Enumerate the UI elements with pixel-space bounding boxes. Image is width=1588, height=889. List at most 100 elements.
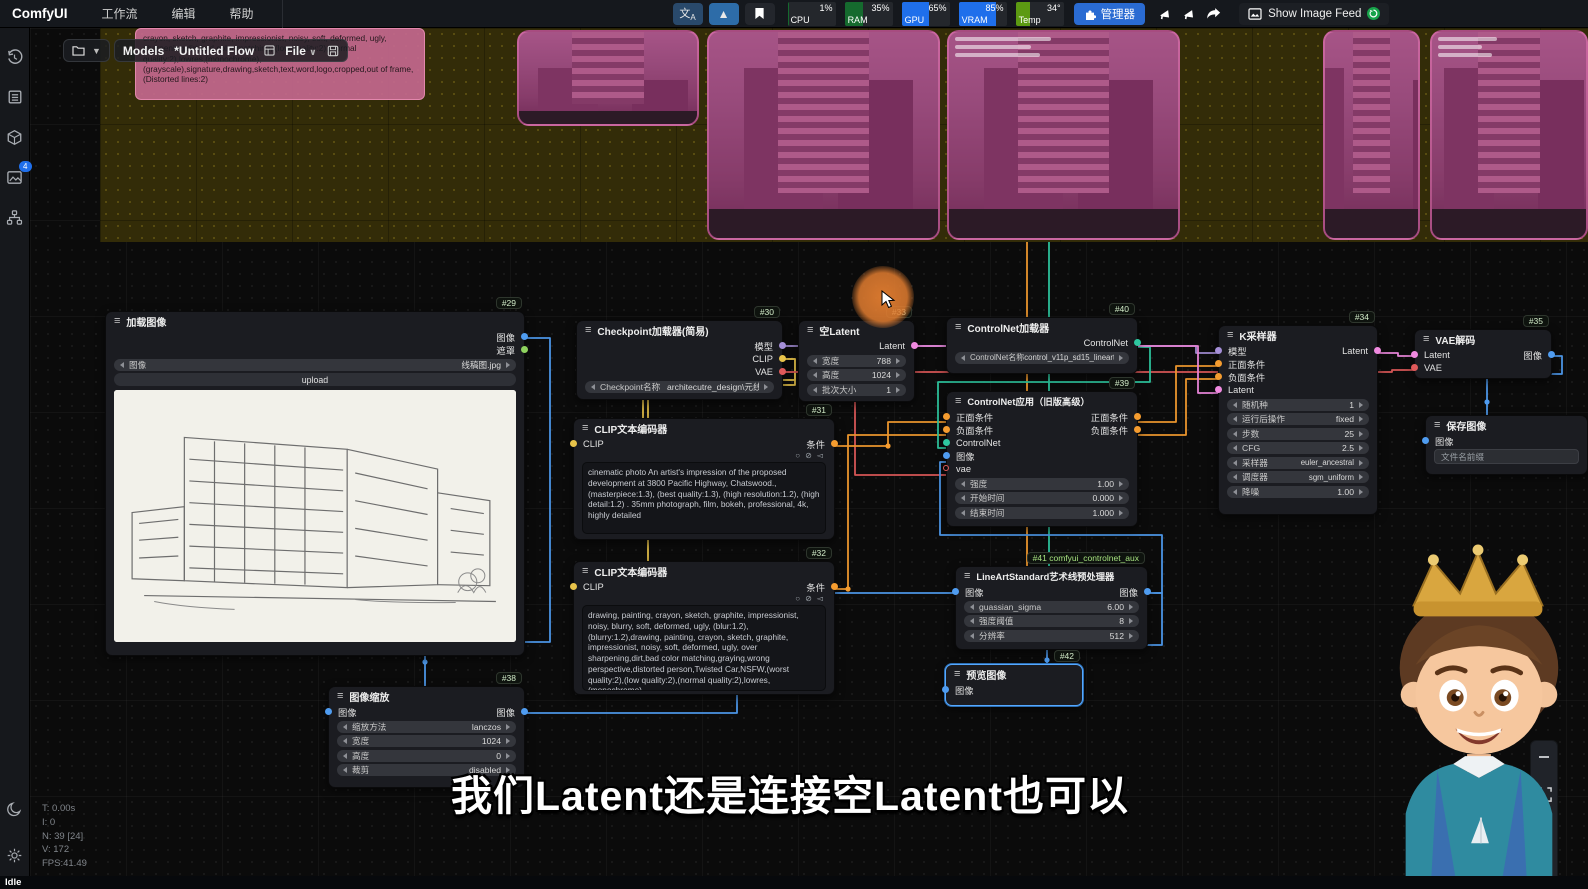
output-slot-conditioning[interactable]	[831, 583, 838, 590]
output-slot-clip[interactable]	[779, 355, 786, 362]
output-slot-latent[interactable]	[911, 342, 918, 349]
collapse-icon[interactable]: ≡	[585, 325, 591, 336]
widget-resolution[interactable]: 分辨率512	[964, 630, 1139, 642]
widget-image-file[interactable]: 图像线稿图.jpg	[114, 359, 516, 371]
upload-button[interactable]: upload	[114, 373, 516, 386]
node-save-image[interactable]: ≡保存图像 图像 文件名前缀	[1425, 415, 1588, 475]
share-button[interactable]	[1201, 3, 1225, 25]
prompt-textarea[interactable]: drawing, painting, crayon, sketch, graph…	[582, 605, 826, 691]
image-preview[interactable]	[114, 390, 516, 642]
workflow-folder-button[interactable]: ▼	[63, 39, 110, 62]
input-slot-latent[interactable]	[1411, 351, 1418, 358]
prompt-textarea[interactable]: cinematic photo An artist's impression o…	[582, 462, 826, 534]
widget-controlnet-name[interactable]: ControlNet名称control_v11p_sd15_lineart.pt…	[955, 352, 1129, 364]
widget-height[interactable]: 高度1024	[807, 369, 906, 381]
node-clip-encode-negative[interactable]: #32 ≡CLIP文本编码器 CLIP条件 ○⊘◅ drawing, paint…	[573, 561, 835, 695]
node-checkpoint-loader[interactable]: #30 ≡Checkpoint加载器(简易) 模型 CLIP VAE Check…	[576, 320, 783, 400]
graph-canvas[interactable]: crayon, sketch, graphite, impressionist,…	[30, 28, 1588, 876]
file-menu[interactable]: File ∨	[285, 44, 316, 58]
widget-upscale-method[interactable]: 缩放方法lanczos	[337, 721, 516, 733]
input-slot-positive[interactable]	[943, 413, 950, 420]
image-feed-toggle[interactable]: Show Image Feed	[1239, 3, 1389, 25]
input-slot-controlnet[interactable]	[943, 439, 950, 446]
collapse-icon[interactable]: ≡	[807, 325, 813, 336]
menu-edit[interactable]: 编辑	[172, 5, 196, 22]
widget-sampler[interactable]: 采样器euler_ancestral	[1227, 457, 1369, 469]
output-slot-conditioning[interactable]	[831, 440, 838, 447]
input-slot-image[interactable]	[942, 686, 949, 693]
widget-width[interactable]: 宽度788	[807, 355, 906, 367]
sidebar-item-history[interactable]	[4, 46, 26, 68]
widget-intensity-threshold[interactable]: 强度阈值8	[964, 615, 1139, 627]
megaphone-muted-button[interactable]	[1177, 3, 1201, 25]
widget-filename-prefix[interactable]: 文件名前缀	[1434, 449, 1579, 464]
output-slot-mask[interactable]	[521, 346, 528, 353]
node-preview-image[interactable]: #42 ≡预览图像 图像	[945, 664, 1083, 706]
input-slot-clip[interactable]	[570, 440, 577, 447]
output-slot-positive[interactable]	[1134, 413, 1141, 420]
collapse-icon[interactable]: ≡	[114, 316, 120, 327]
node-controlnet-apply[interactable]: #39 ≡ControlNet应用（旧版高级） 正面条件正面条件 负面条件负面条…	[946, 391, 1138, 527]
widget-width[interactable]: 宽度1024	[337, 735, 516, 747]
input-slot-model[interactable]	[1215, 347, 1222, 354]
tab-grid-icon[interactable]	[264, 45, 275, 56]
extension-logo-button[interactable]: ▲	[709, 3, 739, 25]
save-icon[interactable]	[327, 45, 339, 57]
sidebar-item-workflows[interactable]	[4, 206, 26, 228]
input-slot-image[interactable]	[943, 452, 950, 459]
widget-gaussian-sigma[interactable]: guassian_sigma6.00	[964, 601, 1139, 613]
widget-steps[interactable]: 步数25	[1227, 428, 1369, 440]
input-slot-image[interactable]	[325, 708, 332, 715]
widget-start[interactable]: 开始时间0.000	[955, 492, 1129, 504]
megaphone-button[interactable]	[1153, 3, 1177, 25]
widget-control-after-generate[interactable]: 运行后操作fixed	[1227, 413, 1369, 425]
collapse-icon[interactable]: ≡	[582, 566, 588, 577]
sidebar-item-theme[interactable]	[4, 798, 26, 820]
node-vae-decode[interactable]: #35 ≡VAE解码 Latent图像 VAE	[1414, 329, 1552, 379]
workflow-tab[interactable]: *Untitled Flow	[174, 44, 254, 58]
widget-denoise[interactable]: 降噪1.00	[1227, 486, 1369, 498]
input-slot-vae[interactable]	[1411, 364, 1418, 371]
output-slot-image[interactable]	[521, 333, 528, 340]
output-slot-negative[interactable]	[1134, 426, 1141, 433]
menu-workflow[interactable]: 工作流	[102, 5, 138, 22]
output-slot-image[interactable]	[1548, 351, 1555, 358]
widget-cfg[interactable]: CFG2.5	[1227, 442, 1369, 454]
input-slot-positive[interactable]	[1215, 360, 1222, 367]
input-slot-vae[interactable]	[943, 465, 949, 471]
collapse-icon[interactable]: ≡	[955, 396, 961, 407]
translate-button[interactable]: 文A	[673, 3, 703, 25]
output-slot-image[interactable]	[1144, 588, 1151, 595]
models-menu[interactable]: Models	[123, 44, 164, 58]
sidebar-item-settings[interactable]	[4, 844, 26, 866]
node-ksampler[interactable]: #34 ≡K采样器 模型Latent 正面条件 负面条件 Latent 随机种1…	[1218, 325, 1378, 515]
widget-seed[interactable]: 随机种1	[1227, 399, 1369, 411]
output-slot-latent[interactable]	[1374, 347, 1381, 354]
manager-button[interactable]: 管理器	[1074, 3, 1146, 25]
output-slot-vae[interactable]	[779, 368, 786, 375]
collapse-icon[interactable]: ≡	[964, 571, 970, 582]
widget-ckpt-name[interactable]: Checkpoint名称architecutre_design\元线稿-Yuan…	[585, 381, 774, 393]
widget-scheduler[interactable]: 调度器sgm_uniform	[1227, 471, 1369, 483]
node-load-image[interactable]: #29 ≡加载图像 图像 遮罩 图像线稿图.jpg upload	[105, 311, 525, 656]
node-empty-latent[interactable]: #33 ≡空Latent Latent 宽度788 高度1024 批次大小1	[798, 320, 915, 402]
collapse-icon[interactable]: ≡	[1423, 334, 1429, 345]
node-controlnet-loader[interactable]: #40 ≡ControlNet加载器 ControlNet ControlNet…	[946, 317, 1138, 374]
widget-strength[interactable]: 强度1.00	[955, 478, 1129, 490]
collapse-icon[interactable]: ≡	[1434, 420, 1440, 431]
collapse-icon[interactable]: ≡	[1227, 330, 1233, 341]
output-slot-controlnet[interactable]	[1134, 339, 1141, 346]
input-slot-image[interactable]	[1422, 437, 1429, 444]
bookmark-button[interactable]	[745, 3, 775, 25]
output-slot-model[interactable]	[779, 342, 786, 349]
collapse-icon[interactable]: ≡	[955, 322, 961, 333]
menu-help[interactable]: 帮助	[230, 5, 254, 22]
widget-batch-size[interactable]: 批次大小1	[807, 384, 906, 396]
input-slot-clip[interactable]	[570, 583, 577, 590]
sidebar-item-queue[interactable]	[4, 86, 26, 108]
collapse-icon[interactable]: ≡	[337, 691, 343, 702]
input-slot-image[interactable]	[952, 588, 959, 595]
input-slot-negative[interactable]	[943, 426, 950, 433]
output-slot-image[interactable]	[521, 708, 528, 715]
widget-height[interactable]: 高度0	[337, 750, 516, 762]
